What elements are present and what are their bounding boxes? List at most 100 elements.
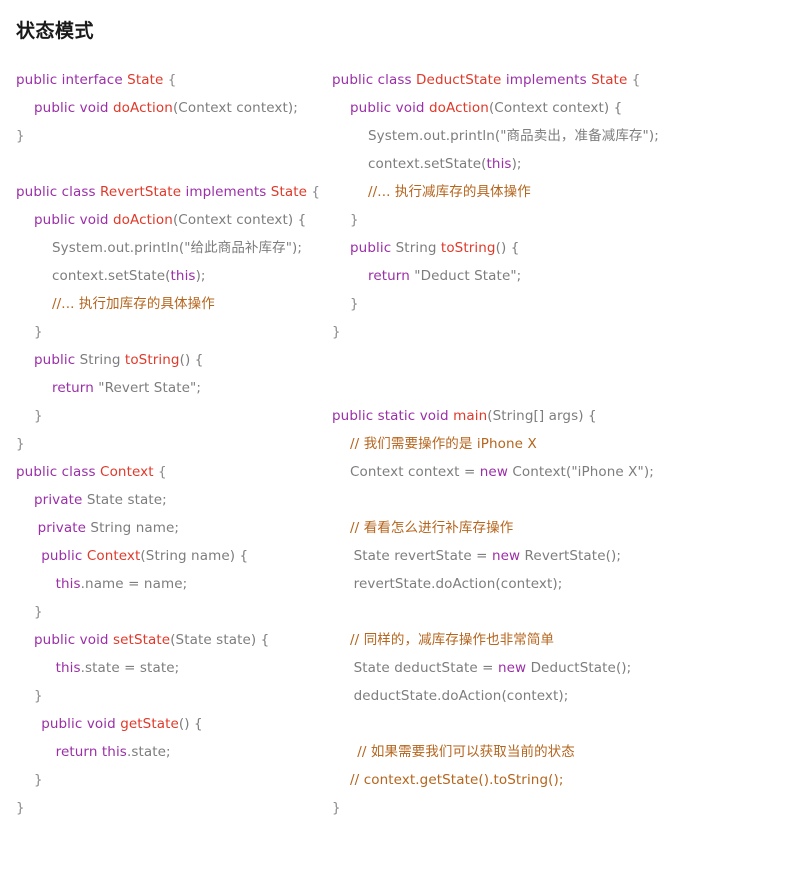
code-token: public	[34, 212, 76, 228]
code-token: // 看看怎么进行补库存操作	[350, 520, 514, 536]
code-token: Context("iPhone X");	[507, 464, 654, 480]
code-token: private	[37, 520, 87, 536]
code-line: }	[16, 794, 326, 822]
code-token: main	[453, 408, 488, 424]
code-line: public interface State {	[16, 66, 326, 94]
code-token: State	[591, 72, 628, 88]
code-token: () {	[179, 352, 204, 368]
code-line: public class RevertState implements Stat…	[16, 178, 326, 206]
code-line: }	[16, 122, 326, 150]
code-line: // 看看怎么进行补库存操作	[332, 514, 772, 542]
code-token: this	[170, 268, 196, 284]
code-line: private String name;	[16, 514, 326, 542]
code-line: }	[332, 318, 772, 346]
code-token: setState	[113, 632, 171, 648]
code-token: public	[332, 408, 374, 424]
code-token: State state;	[82, 492, 167, 508]
code-token: this	[55, 660, 81, 676]
code-token: void	[79, 632, 109, 648]
code-token: State deductState =	[353, 660, 498, 676]
code-token: }	[16, 436, 25, 452]
code-line: public void getState() {	[16, 710, 326, 738]
code-line: return "Deduct State";	[332, 262, 772, 290]
code-line: public String toString() {	[332, 234, 772, 262]
code-line: context.setState(this);	[16, 262, 326, 290]
code-line: this.state = state;	[16, 654, 326, 682]
code-token: .state;	[126, 744, 171, 760]
code-token: System.out.println("给此商品补库存");	[52, 240, 303, 256]
code-token: String	[395, 240, 437, 256]
code-line: //... 执行加库存的具体操作	[16, 290, 326, 318]
code-token: new	[479, 464, 508, 480]
code-line: context.setState(this);	[332, 150, 772, 178]
code-line: public void doAction(Context context) {	[332, 94, 772, 122]
code-token: State	[127, 72, 164, 88]
code-line: }	[16, 430, 326, 458]
code-token: State	[270, 184, 308, 200]
code-token: doAction	[113, 100, 173, 116]
code-token: public	[34, 100, 76, 116]
code-token: // 如果需要我们可以获取当前的状态	[357, 744, 575, 760]
code-token: .name = name;	[80, 576, 188, 592]
code-token: (State state) {	[170, 632, 270, 648]
code-line: System.out.println("商品卖出，准备减库存");	[332, 122, 772, 150]
code-token: void	[79, 212, 109, 228]
code-token: private	[34, 492, 83, 508]
code-token: toString	[124, 352, 180, 368]
code-line: State revertState = new RevertState();	[332, 542, 772, 570]
code-token: Context context =	[350, 464, 480, 480]
code-line: public void doAction(Context context) {	[16, 206, 326, 234]
code-line: }	[332, 206, 772, 234]
code-token: State revertState =	[353, 548, 492, 564]
code-line: }	[16, 402, 326, 430]
code-line: // 我们需要操作的是 iPhone X	[332, 430, 772, 458]
code-block-right: public class DeductState implements Stat…	[332, 66, 772, 822]
code-token: doAction	[429, 100, 489, 116]
code-token: class	[61, 184, 96, 200]
code-token: context.setState(	[368, 156, 487, 172]
code-token: this	[55, 576, 81, 592]
code-token: void	[419, 408, 449, 424]
code-line: // 同样的，减库存操作也非常简单	[332, 626, 772, 654]
code-token: }	[332, 324, 341, 340]
code-line: public void doAction(Context context);	[16, 94, 326, 122]
code-token: }	[34, 408, 43, 424]
code-token: {	[163, 72, 177, 88]
code-token: }	[34, 772, 43, 788]
code-token: System.out.println("商品卖出，准备减库存");	[368, 128, 659, 144]
code-token: public	[34, 352, 76, 368]
code-token: revertState.doAction(context);	[353, 576, 563, 592]
code-token: "Deduct State";	[409, 268, 522, 284]
code-token: static	[377, 408, 416, 424]
code-token: void	[79, 100, 109, 116]
code-line: }	[16, 766, 326, 794]
code-token: void	[395, 100, 425, 116]
code-token: //... 执行加库存的具体操作	[52, 296, 215, 312]
code-line: public static void main(String[] args) {	[332, 402, 772, 430]
code-token: new	[497, 660, 527, 676]
code-token: public	[16, 184, 58, 200]
code-line: public Context(String name) {	[16, 542, 326, 570]
code-line: return "Revert State";	[16, 374, 326, 402]
code-token: }	[16, 800, 25, 816]
code-line: Context context = new Context("iPhone X"…	[332, 458, 772, 486]
code-token: () {	[495, 240, 520, 256]
code-token: (String[] args) {	[487, 408, 597, 424]
code-token: }	[34, 324, 43, 340]
code-token: Context	[86, 548, 141, 564]
code-token: String name;	[86, 520, 180, 536]
code-token: );	[195, 268, 206, 284]
code-token: new	[491, 548, 521, 564]
code-token: getState	[120, 716, 179, 732]
code-token: class	[61, 464, 96, 480]
code-token: "Revert State";	[93, 380, 201, 396]
code-token: return	[368, 268, 410, 284]
code-token: }	[350, 212, 359, 228]
code-token: void	[86, 716, 116, 732]
code-line: public void setState(State state) {	[16, 626, 326, 654]
